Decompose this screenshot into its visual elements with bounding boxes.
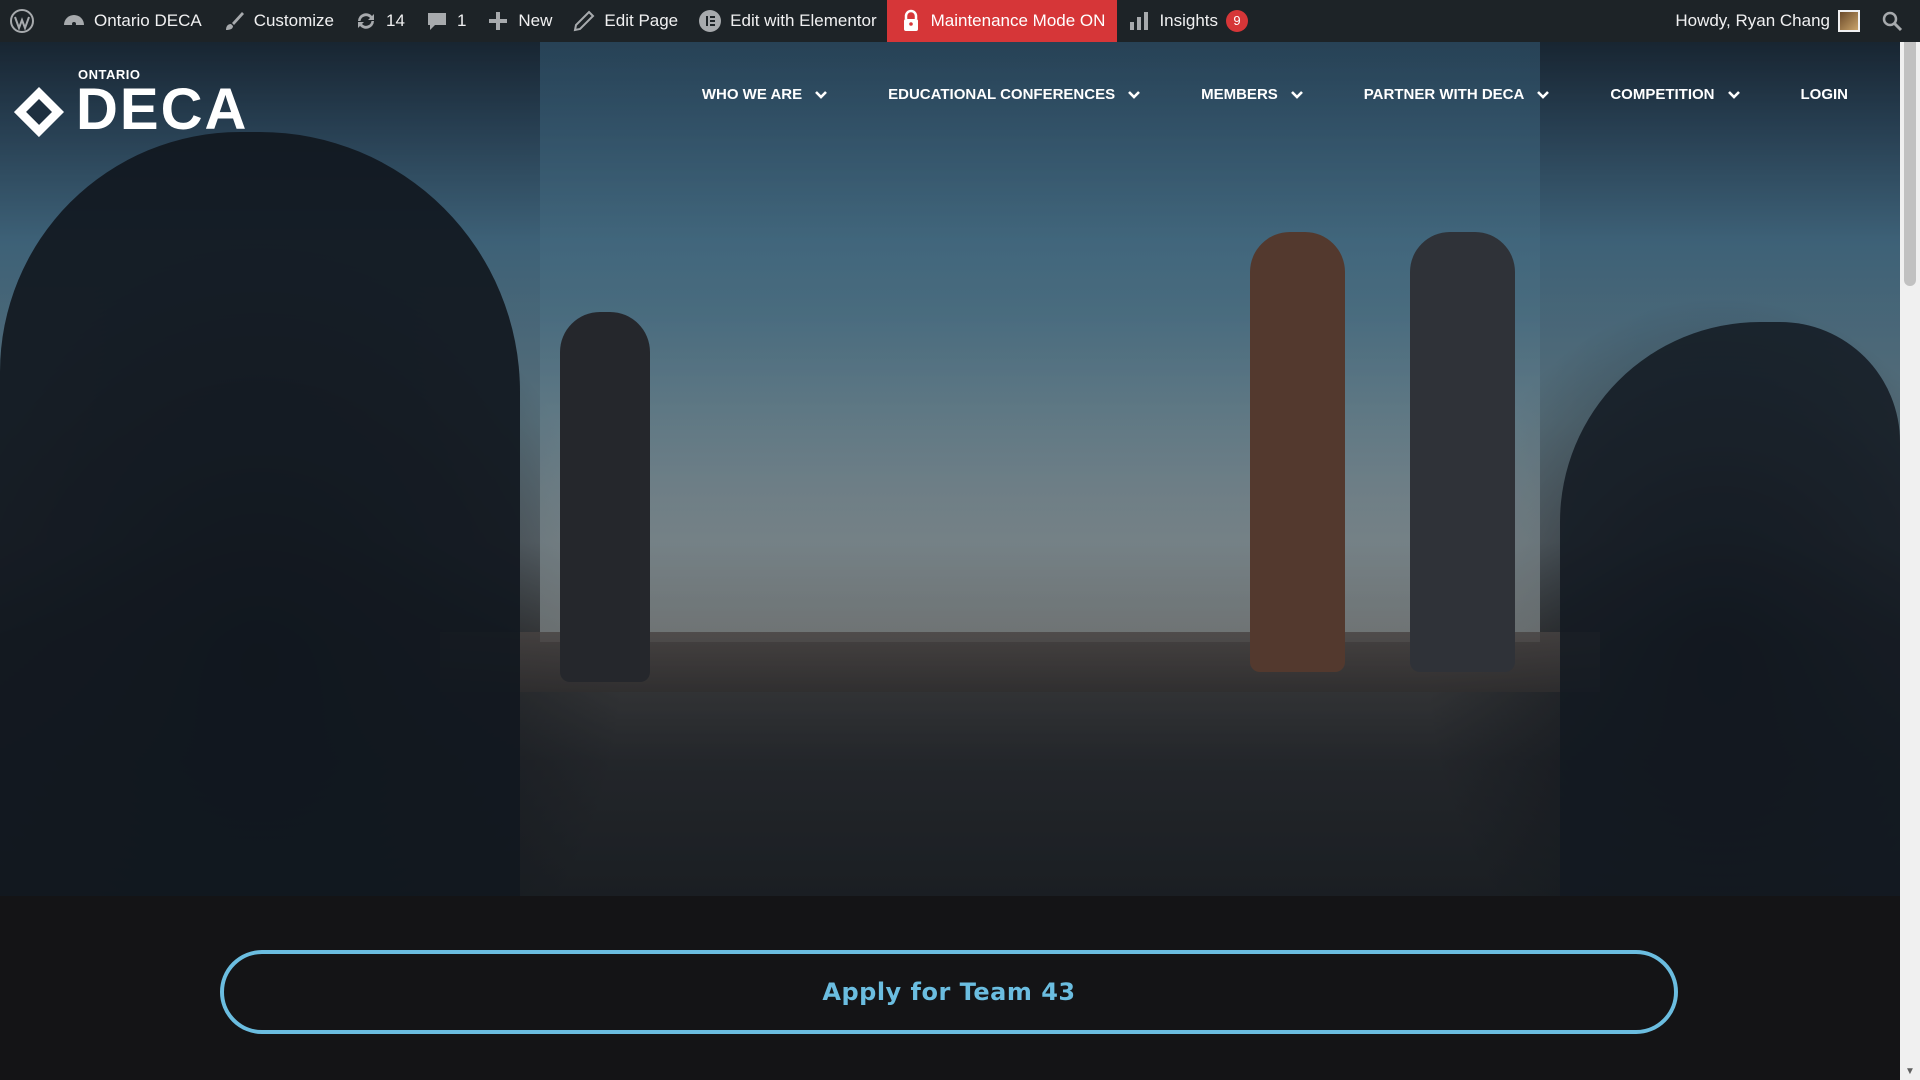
nav-item-label: MEMBERS <box>1201 86 1278 103</box>
updates-icon <box>358 13 375 29</box>
greeting-label: Howdy, Ryan Chang <box>1675 11 1830 30</box>
pencil-icon <box>574 10 595 32</box>
apply-team-label: Apply for Team 43 <box>822 978 1076 1006</box>
nav-item-partner-with-deca[interactable]: PARTNER WITH DECA <box>1364 86 1551 103</box>
insights-badge: 9 <box>1226 10 1249 32</box>
chevron-down-icon <box>1727 90 1740 99</box>
edit-elementor-label: Edit with Elementor <box>730 11 877 30</box>
paintbrush-icon <box>225 12 244 30</box>
chevron-down-icon <box>1128 90 1141 99</box>
customize-link[interactable]: Customize <box>212 0 344 42</box>
nav-item-label: LOGIN <box>1800 86 1849 103</box>
scroll-down-arrow-icon[interactable]: ▼ <box>1900 1063 1920 1080</box>
comments-link[interactable]: 1 <box>415 0 476 42</box>
nav-item-label: PARTNER WITH DECA <box>1363 86 1525 103</box>
new-content-link[interactable]: New <box>476 0 562 42</box>
logo-wordmark: ONTARIO DECA <box>76 68 248 139</box>
edit-page-link[interactable]: Edit Page <box>562 0 688 42</box>
nav-item-login[interactable]: LOGIN <box>1801 86 1849 103</box>
deca-diamond-icon <box>14 87 64 137</box>
nav-item-label: WHO WE ARE <box>701 86 803 103</box>
edit-page-label: Edit Page <box>604 11 679 30</box>
insights-label: Insights <box>1159 11 1219 30</box>
logo-big-text: DECA <box>76 77 249 142</box>
main-nav: WHO WE ARE EDUCATIONAL CONFERENCES MEMBE… <box>642 86 1848 103</box>
scrollbar-thumb[interactable] <box>1904 30 1916 286</box>
admin-bar-right: Howdy, Ryan Chang <box>1665 0 1920 42</box>
site-header: ONTARIO DECA WHO WE ARE EDUCATIONAL CONF… <box>0 42 1900 162</box>
avatar <box>1838 10 1860 32</box>
comments-count: 1 <box>456 11 467 30</box>
site-name-link[interactable]: Ontario DECA <box>52 0 212 42</box>
wordpress-icon <box>10 9 34 33</box>
bar-chart-icon <box>1130 12 1149 30</box>
edit-elementor-link[interactable]: Edit with Elementor <box>688 0 886 42</box>
nav-item-members[interactable]: MEMBERS <box>1201 86 1304 103</box>
chevron-down-icon <box>1537 90 1550 99</box>
customize-label: Customize <box>253 11 335 30</box>
elementor-icon <box>699 10 722 32</box>
updates-count: 14 <box>386 11 405 30</box>
lock-icon <box>903 9 918 31</box>
nav-item-label: EDUCATIONAL CONFERENCES <box>888 86 1116 103</box>
site-name-label: Ontario DECA <box>94 11 202 30</box>
admin-search-button[interactable] <box>1870 0 1920 42</box>
insights-link[interactable]: Insights 9 <box>1117 0 1258 42</box>
page-scrollbar[interactable]: ▲ ▼ <box>1900 0 1920 1080</box>
search-icon <box>1882 11 1903 32</box>
admin-bar: Ontario DECA Customize 14 1 New Edit Pag… <box>0 0 1920 42</box>
nav-item-who-we-are[interactable]: WHO WE ARE <box>702 86 828 103</box>
comment-icon <box>427 13 446 30</box>
maintenance-mode-button[interactable]: Maintenance Mode ON <box>886 0 1118 42</box>
hero-image <box>0 42 1900 896</box>
nav-item-label: COMPETITION <box>1610 86 1715 103</box>
site-logo[interactable]: ONTARIO DECA <box>12 68 248 139</box>
updates-link[interactable]: 14 <box>344 0 415 42</box>
maintenance-label: Maintenance Mode ON <box>930 11 1106 30</box>
wordpress-logo-button[interactable] <box>0 0 52 42</box>
new-label: New <box>518 11 553 30</box>
apply-team-button[interactable]: Apply for Team 43 <box>220 950 1678 1034</box>
hero-overlay <box>0 42 1900 896</box>
chevron-down-icon <box>815 90 828 99</box>
nav-item-competition[interactable]: COMPETITION <box>1610 86 1740 103</box>
dashboard-icon <box>64 15 84 26</box>
plus-icon <box>489 12 508 30</box>
nav-item-educational-conferences[interactable]: EDUCATIONAL CONFERENCES <box>888 86 1141 103</box>
account-menu[interactable]: Howdy, Ryan Chang <box>1665 0 1870 42</box>
chevron-down-icon <box>1290 90 1303 99</box>
